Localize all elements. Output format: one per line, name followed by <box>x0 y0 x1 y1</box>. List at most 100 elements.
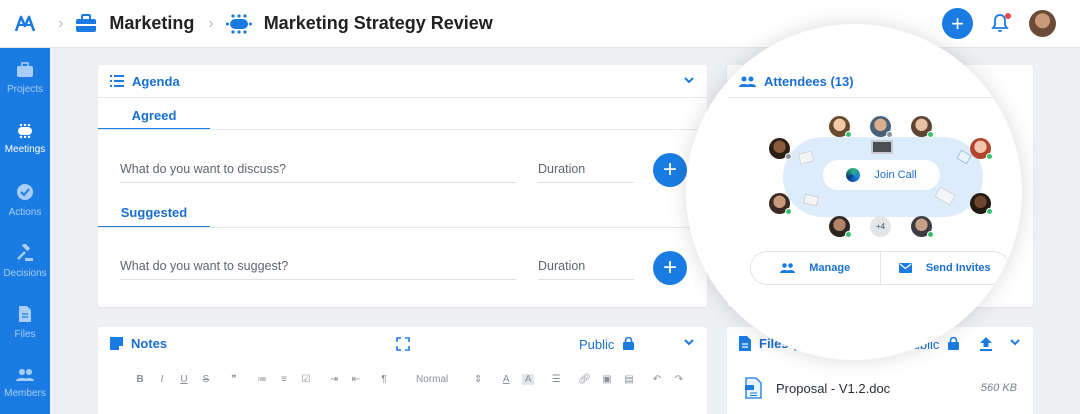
quote-icon[interactable]: ❞ <box>228 374 240 385</box>
send-invites-button[interactable]: Send Invites <box>879 252 1010 284</box>
app-logo[interactable] <box>0 0 50 48</box>
sidebar-item-label: Meetings <box>4 144 46 155</box>
sidebar-item-members[interactable]: Members <box>0 353 50 414</box>
indent-icon[interactable]: ⇥ <box>328 374 340 385</box>
envelope-icon <box>898 263 912 273</box>
chevron-down-icon[interactable] <box>683 74 695 86</box>
notifications-button[interactable] <box>991 12 1011 34</box>
redo-icon[interactable]: ↷ <box>673 374 685 385</box>
sidebar-item-label: Files <box>14 329 36 340</box>
call-icon <box>846 168 861 182</box>
suggested-duration-input[interactable]: Duration <box>538 259 634 280</box>
sidebar-item-label: Actions <box>8 207 42 218</box>
add-suggested-item-button[interactable]: + <box>653 251 687 285</box>
suggested-topic-input[interactable]: What do you want to suggest? <box>120 259 516 280</box>
meeting-table-icon <box>18 124 32 138</box>
meeting-table-icon <box>225 13 252 34</box>
file-icon <box>739 336 751 351</box>
font-color-icon[interactable]: A <box>500 374 512 385</box>
add-button[interactable]: + <box>942 8 973 39</box>
tab-suggested[interactable]: Suggested <box>98 205 210 220</box>
align-icon[interactable]: ☰ <box>550 374 562 385</box>
screen-icon <box>871 140 893 154</box>
sidebar-item-label: Members <box>4 388 46 399</box>
breadcrumb-meeting[interactable]: Marketing Strategy Review <box>225 13 493 34</box>
attendee-avatar[interactable] <box>769 193 792 215</box>
chevron-down-icon[interactable] <box>683 336 695 348</box>
attendee-actions: Manage Send Invites <box>750 251 1010 285</box>
people-icon <box>739 76 756 87</box>
file-icon <box>19 306 31 322</box>
breadcrumb-meeting-label: Marketing Strategy Review <box>263 13 493 33</box>
tab-agreed[interactable]: Agreed <box>98 108 210 123</box>
chevron-down-icon[interactable] <box>1008 75 1020 87</box>
attendee-avatar[interactable] <box>911 216 934 238</box>
sidebar-item-meetings[interactable]: Meetings <box>0 109 50 170</box>
outdent-icon[interactable]: ⇤ <box>350 374 362 385</box>
sidebar-item-projects[interactable]: Projects <box>0 48 50 109</box>
attendee-avatar[interactable] <box>870 116 893 138</box>
attendee-avatar[interactable] <box>829 216 852 238</box>
agreed-duration-input[interactable]: Duration <box>538 162 634 183</box>
notes-card: Notes Public <box>98 327 707 414</box>
briefcase-icon <box>75 14 97 33</box>
file-row[interactable]: Proposal - V1.2.doc 560 KB <box>745 377 1017 399</box>
lock-icon <box>948 337 959 350</box>
list-icon <box>110 75 124 87</box>
sidebar-item-actions[interactable]: Actions <box>0 170 50 231</box>
highlight-icon[interactable]: A <box>522 374 535 385</box>
header-actions: + <box>942 8 1056 39</box>
manage-button[interactable]: Manage <box>751 252 880 284</box>
link-icon[interactable]: 🔗︎ <box>578 374 591 385</box>
agenda-header[interactable]: Agenda <box>98 65 707 98</box>
divider <box>98 129 707 130</box>
select-arrows-icon[interactable]: ⇕ <box>472 374 484 385</box>
ordered-list-icon[interactable]: ≔ <box>256 374 268 385</box>
doc-file-icon <box>745 377 762 399</box>
check-circle-icon <box>17 184 33 200</box>
notes-editor-toolbar: B I U S ❞ ≔ ≡ ☑ ⇥ ⇤ ¶ Normal ⇕ A A ☰ 🔗︎ … <box>134 374 685 385</box>
attendees-spotlight: Attendees (13) Join Call +4 Manage Send … <box>686 24 1022 360</box>
paragraph-direction-icon[interactable]: ¶ <box>378 374 390 385</box>
attendee-avatar[interactable] <box>970 193 993 215</box>
file-size: 560 KB <box>980 382 1017 394</box>
briefcase-icon <box>17 62 33 77</box>
people-icon <box>16 369 34 381</box>
attendees-title: Attendees (13) <box>764 73 854 89</box>
attendee-avatar[interactable] <box>970 138 993 160</box>
bullet-list-icon[interactable]: ≡ <box>278 374 290 385</box>
attendee-avatar[interactable] <box>829 116 852 138</box>
undo-icon[interactable]: ↶ <box>651 374 663 385</box>
video-icon[interactable]: ▤ <box>623 374 635 385</box>
upload-icon[interactable] <box>979 336 993 351</box>
agreed-topic-input[interactable]: What do you want to discuss? <box>120 162 516 183</box>
gavel-icon <box>17 244 33 261</box>
notes-visibility[interactable]: Public <box>579 337 614 352</box>
strikethrough-icon[interactable]: S <box>200 374 212 385</box>
user-avatar[interactable] <box>1029 10 1056 37</box>
expand-icon[interactable] <box>396 337 410 351</box>
agenda-title: Agenda <box>132 73 180 89</box>
format-select[interactable]: Normal <box>416 374 448 385</box>
breadcrumb-project[interactable]: Marketing <box>75 13 194 34</box>
attendee-avatar[interactable] <box>769 138 792 160</box>
sidebar-item-label: Projects <box>6 84 44 95</box>
sidebar-item-files[interactable]: Files <box>0 292 50 353</box>
image-icon[interactable]: ▣ <box>601 374 613 385</box>
attendee-avatar[interactable] <box>911 116 934 138</box>
attendees-header[interactable]: Attendees (13) <box>727 65 1022 98</box>
sidebar-item-label: Decisions <box>3 268 47 279</box>
chevron-down-icon[interactable] <box>1009 336 1021 348</box>
add-agreed-item-button[interactable]: + <box>653 153 687 187</box>
checklist-icon[interactable]: ☑ <box>300 374 312 385</box>
italic-icon[interactable]: I <box>156 374 168 385</box>
file-name: Proposal - V1.2.doc <box>776 380 891 396</box>
sidebar-item-decisions[interactable]: Decisions <box>0 231 50 292</box>
more-attendees-count[interactable]: +4 <box>870 216 891 237</box>
notes-title: Notes <box>131 336 168 351</box>
join-call-button[interactable]: Join Call <box>823 160 940 190</box>
underline-icon[interactable]: U <box>178 374 190 385</box>
bold-icon[interactable]: B <box>134 374 146 385</box>
note-icon <box>110 337 123 350</box>
breadcrumb-separator: › <box>208 14 214 32</box>
